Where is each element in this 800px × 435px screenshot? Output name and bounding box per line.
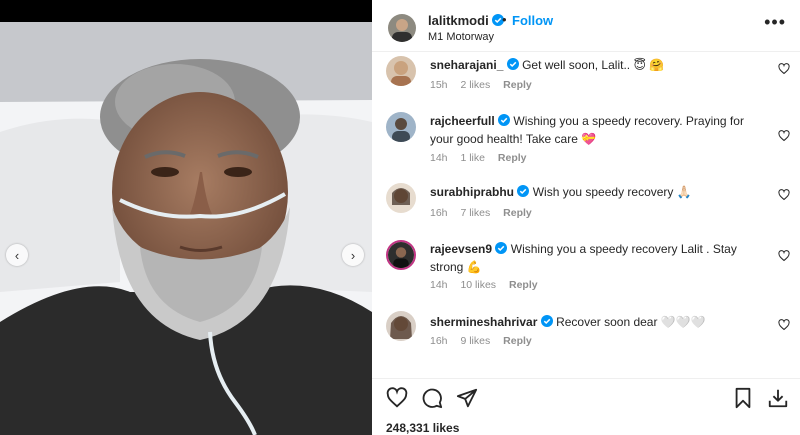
verified-badge-icon [498, 114, 511, 126]
avatar-image [386, 112, 416, 142]
comment-username[interactable]: surabhiprabhu [430, 185, 514, 199]
comment-likes[interactable]: 1 like [460, 152, 485, 164]
post-photo [0, 22, 372, 435]
comment-likes[interactable]: 2 likes [460, 79, 490, 91]
verified-badge-icon [540, 315, 553, 327]
share-icon[interactable] [456, 387, 478, 409]
avatar-image [388, 14, 416, 42]
follow-button[interactable]: Follow [512, 13, 553, 28]
verified-badge-icon [495, 242, 508, 254]
post-sidebar: lalitkmodi • Follow M1 Motorway ••• sneh… [372, 0, 800, 435]
heart-icon[interactable] [778, 250, 790, 262]
reply-button[interactable]: Reply [503, 207, 532, 219]
comment-icon[interactable] [421, 387, 443, 409]
chevron-right-icon[interactable]: › [342, 244, 364, 266]
comment-time: 14h [430, 279, 448, 291]
avatar-image [386, 311, 416, 341]
heart-icon[interactable] [778, 319, 790, 331]
reply-button[interactable]: Reply [509, 279, 538, 291]
separator-dot: • [502, 12, 507, 27]
comment-time: 15h [430, 79, 448, 91]
avatar-image [388, 242, 414, 268]
reply-button[interactable]: Reply [503, 79, 532, 91]
comment-meta: 14h 10 likes Reply [430, 279, 548, 291]
author-username-text[interactable]: lalitkmodi [428, 13, 489, 28]
comment-meta: 14h 1 like Reply [430, 152, 536, 164]
comment-username[interactable]: shermineshahrivar [430, 315, 537, 329]
comment-time: 16h [430, 335, 448, 347]
comment-body: Wish you speedy recovery 🙏🏻 [532, 185, 692, 199]
comment-username[interactable]: sneharajani_ [430, 58, 503, 72]
comment-text: surabhiprabhu Wish you speedy recovery 🙏… [430, 183, 768, 201]
chevron-left-icon[interactable]: ‹ [6, 244, 28, 266]
comments-list: sneharajani_ Get well soon, Lalit.. 😇 🤗 … [372, 53, 800, 378]
commenter-avatar[interactable] [386, 56, 416, 86]
instagram-post-view: ‹ › lalitkmodi • Follow M1 Motorway ••• … [0, 0, 800, 435]
comment-text: shermineshahrivar Recover soon dear 🤍🤍🤍 [430, 313, 768, 331]
comment-meta: 16h 9 likes Reply [430, 335, 542, 347]
comment-username[interactable]: rajeevsen9 [430, 242, 492, 256]
verified-badge-icon [517, 185, 530, 197]
post-location[interactable]: M1 Motorway [428, 31, 494, 43]
post-media: ‹ › [0, 0, 372, 435]
comment-text: sneharajani_ Get well soon, Lalit.. 😇 🤗 [430, 56, 768, 74]
comment-likes[interactable]: 9 likes [460, 335, 490, 347]
heart-icon[interactable] [778, 63, 790, 75]
comment-likes[interactable]: 7 likes [460, 207, 490, 219]
commenter-avatar[interactable] [386, 112, 416, 142]
comment-username[interactable]: rajcheerfull [430, 114, 495, 128]
author-username[interactable]: lalitkmodi [428, 13, 505, 28]
post-header: lalitkmodi • Follow M1 Motorway ••• [372, 0, 800, 52]
comment-text: rajcheerfull Wishing you a speedy recove… [430, 112, 768, 148]
avatar-image [386, 183, 416, 213]
author-avatar[interactable] [388, 14, 416, 42]
avatar-image [386, 56, 416, 86]
comment-body: Recover soon dear 🤍🤍🤍 [556, 315, 706, 329]
reply-button[interactable]: Reply [503, 335, 532, 347]
comment-body: Get well soon, Lalit.. 😇 🤗 [522, 58, 665, 72]
download-icon[interactable] [767, 387, 789, 409]
post-actions: 248,331 likes [372, 378, 800, 435]
commenter-avatar[interactable] [386, 240, 416, 270]
comment-meta: 16h 7 likes Reply [430, 207, 542, 219]
commenter-avatar[interactable] [386, 183, 416, 213]
commenter-avatar[interactable] [386, 311, 416, 341]
comment-time: 14h [430, 152, 448, 164]
more-icon[interactable]: ••• [764, 12, 786, 33]
comment-text: rajeevsen9 Wishing you a speedy recovery… [430, 240, 768, 276]
heart-icon[interactable] [386, 387, 408, 409]
comment-time: 16h [430, 207, 448, 219]
heart-icon[interactable] [778, 130, 790, 142]
likes-count[interactable]: 248,331 likes [386, 421, 459, 435]
verified-badge-icon [506, 58, 519, 70]
comment-meta: 15h 2 likes Reply [430, 79, 542, 91]
comment-likes[interactable]: 10 likes [460, 279, 496, 291]
bookmark-icon[interactable] [732, 387, 754, 409]
heart-icon[interactable] [778, 189, 790, 201]
reply-button[interactable]: Reply [498, 152, 527, 164]
